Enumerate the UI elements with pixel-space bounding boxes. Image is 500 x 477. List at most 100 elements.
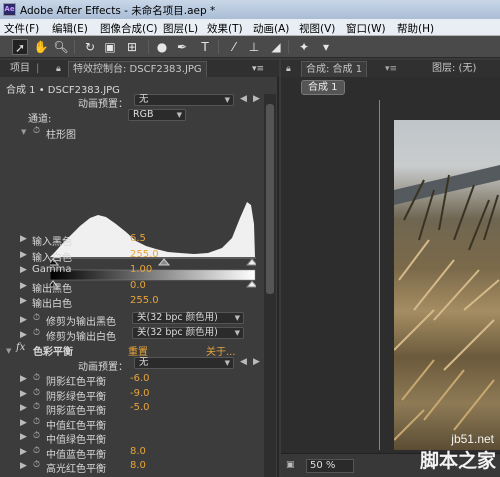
expand-triangle-icon[interactable]: ▶: [20, 461, 27, 471]
stopwatch-icon[interactable]: ⏱︎: [33, 460, 40, 470]
chevron-down-icon: ▼: [224, 359, 230, 367]
zoom-tool-icon[interactable]: 🔍︎: [53, 39, 69, 55]
expand-triangle-icon[interactable]: ▶: [20, 296, 27, 306]
cb-prop-value[interactable]: -6.0: [130, 373, 150, 384]
levels-preset-value: 无: [139, 94, 149, 105]
expand-triangle-icon[interactable]: ▶: [20, 330, 27, 340]
comp-1-button[interactable]: 合成 1: [301, 80, 345, 95]
expand-triangle-icon[interactable]: ▶: [20, 418, 27, 428]
input-white-slider: [245, 258, 256, 266]
stopwatch-icon[interactable]: ⏱︎: [33, 446, 40, 456]
stopwatch-icon[interactable]: ⏱︎: [33, 373, 40, 383]
expand-triangle-icon[interactable]: ▶: [20, 447, 27, 457]
clip-white-dropdown[interactable]: 关(32 bpc 颜色用) ▼: [132, 327, 244, 339]
menu-effect[interactable]: 效果(T): [207, 21, 243, 36]
expand-triangle-icon[interactable]: ▶: [20, 234, 27, 244]
text-tool-icon[interactable]: T: [197, 39, 213, 55]
levels-prop-value[interactable]: 255.0: [130, 249, 159, 260]
dropdown-arrow-icon[interactable]: ▾: [318, 39, 334, 55]
menu-window[interactable]: 窗口(W): [346, 21, 386, 36]
hand-tool-icon[interactable]: ✋: [33, 39, 49, 55]
mask-shape-tool-icon[interactable]: ●: [154, 39, 170, 55]
chevron-down-icon: ▼: [176, 111, 182, 119]
expand-triangle-icon[interactable]: ▶: [20, 281, 27, 291]
menu-file[interactable]: 文件(F): [4, 21, 39, 36]
pan-behind-tool-icon[interactable]: ⊞: [124, 39, 140, 55]
gamma-slider: [157, 258, 171, 266]
magnifier-icon[interactable]: ▣: [286, 460, 295, 470]
scrollbar-thumb[interactable]: [266, 104, 274, 294]
composition-panel: 🔒︎ 合成: 合成 1 ▾≡ 图层: (无) 合成 1 ▣ 50 %: [281, 60, 500, 477]
levels-prop-value[interactable]: 6.5: [130, 233, 146, 244]
menu-composition[interactable]: 图像合成(C): [100, 21, 158, 36]
camera-tool-icon[interactable]: ▣: [102, 39, 118, 55]
tab-project[interactable]: 项目: [10, 61, 30, 77]
brush-tool-icon[interactable]: ⁄: [226, 39, 242, 55]
levels-prop-value[interactable]: 1.00: [130, 264, 152, 275]
cb-prop-label: 阴影蓝色平衡: [46, 406, 106, 417]
cb-preset-label: 动画预置：: [78, 362, 128, 373]
levels-preset-dropdown[interactable]: 无 ▼: [134, 94, 234, 106]
expand-triangle-icon[interactable]: ▶: [20, 432, 27, 442]
next-arrow-icon[interactable]: ▶: [253, 94, 260, 104]
expand-triangle-icon[interactable]: ▶: [20, 265, 27, 275]
expand-triangle-icon[interactable]: ▼: [21, 128, 26, 136]
levels-prop-label: 输出黑色: [32, 283, 72, 295]
lock-icon[interactable]: 🔒︎: [56, 61, 68, 77]
menu-view[interactable]: 视图(V): [299, 21, 335, 36]
stopwatch-icon[interactable]: ⏱︎: [33, 417, 40, 427]
clip-black-dropdown[interactable]: 关(32 bpc 颜色用) ▼: [132, 312, 244, 324]
selection-tool-icon[interactable]: ➚: [12, 39, 28, 55]
menu-help[interactable]: 帮助(H): [397, 21, 434, 36]
stopwatch-icon[interactable]: ⏱︎: [33, 328, 40, 338]
next-arrow-icon[interactable]: ▶: [253, 357, 260, 367]
tab-layer[interactable]: 图层: (无): [432, 61, 476, 77]
levels-prop-value[interactable]: 0.0: [130, 280, 146, 291]
watermark-name: 脚本之家: [419, 450, 496, 472]
tab-effect-controls[interactable]: 特效控制台: DSCF2383.JPG: [68, 61, 207, 77]
toolbar-divider: [74, 40, 75, 54]
expand-triangle-icon[interactable]: ▶: [20, 403, 27, 413]
channel-dropdown[interactable]: RGB ▼: [128, 109, 186, 121]
close-tab-icon[interactable]: ▾≡: [385, 61, 397, 77]
menu-animation[interactable]: 动画(A): [253, 21, 289, 36]
lock-icon[interactable]: 🔒︎: [286, 61, 291, 77]
expand-triangle-icon[interactable]: ▶: [20, 374, 27, 384]
menu-layer[interactable]: 图层(L): [163, 21, 198, 36]
cb-prop-value[interactable]: -9.0: [130, 388, 150, 399]
cb-prop-value[interactable]: -5.0: [130, 402, 150, 413]
cb-prop-label: 中值绿色平衡: [46, 435, 106, 446]
cb-preset-dropdown[interactable]: 无 ▼: [134, 357, 234, 369]
expand-triangle-icon[interactable]: ▶: [20, 250, 27, 260]
panel-menu-icon[interactable]: ▾≡: [252, 61, 264, 77]
expand-triangle-icon[interactable]: ▶: [20, 389, 27, 399]
stopwatch-icon[interactable]: ⏱︎: [33, 313, 40, 323]
menu-bar: 文件(F) 编辑(E) 图像合成(C) 图层(L) 效果(T) 动画(A) 视图…: [0, 19, 500, 36]
expand-triangle-icon[interactable]: ▶: [20, 315, 27, 325]
rotate-tool-icon[interactable]: ↻: [82, 39, 98, 55]
prev-arrow-icon[interactable]: ◀: [240, 94, 247, 104]
levels-prop-value[interactable]: 255.0: [130, 295, 159, 306]
cb-prop-value[interactable]: 8.0: [130, 446, 146, 457]
levels-preset-label: 动画预置：: [78, 99, 128, 110]
clone-stamp-tool-icon[interactable]: ⊥: [246, 39, 262, 55]
puppet-pin-tool-icon[interactable]: ✦: [296, 39, 312, 55]
reset-link[interactable]: 重置: [128, 343, 148, 358]
fx-icon[interactable]: fx: [16, 342, 25, 353]
stopwatch-icon[interactable]: ⏱︎: [33, 126, 40, 136]
menu-edit[interactable]: 编辑(E): [52, 21, 88, 36]
cb-prop-value[interactable]: 8.0: [130, 460, 146, 471]
stopwatch-icon[interactable]: ⏱︎: [33, 402, 40, 412]
composition-viewer-image[interactable]: [394, 120, 500, 450]
pen-tool-icon[interactable]: ✒: [174, 39, 190, 55]
prev-arrow-icon[interactable]: ◀: [240, 357, 247, 367]
left-scrollbar[interactable]: [264, 94, 276, 477]
stopwatch-icon[interactable]: ⏱︎: [33, 388, 40, 398]
eraser-tool-icon[interactable]: ◢: [268, 39, 284, 55]
tab-composition[interactable]: 合成: 合成 1: [301, 61, 368, 77]
stopwatch-icon[interactable]: ⏱︎: [33, 431, 40, 441]
effect-name-color-balance: 色彩平衡: [33, 347, 73, 358]
expand-triangle-icon[interactable]: ▼: [6, 347, 11, 355]
zoom-dropdown[interactable]: 50 %: [306, 459, 354, 473]
about-link[interactable]: 关于...: [206, 343, 236, 358]
